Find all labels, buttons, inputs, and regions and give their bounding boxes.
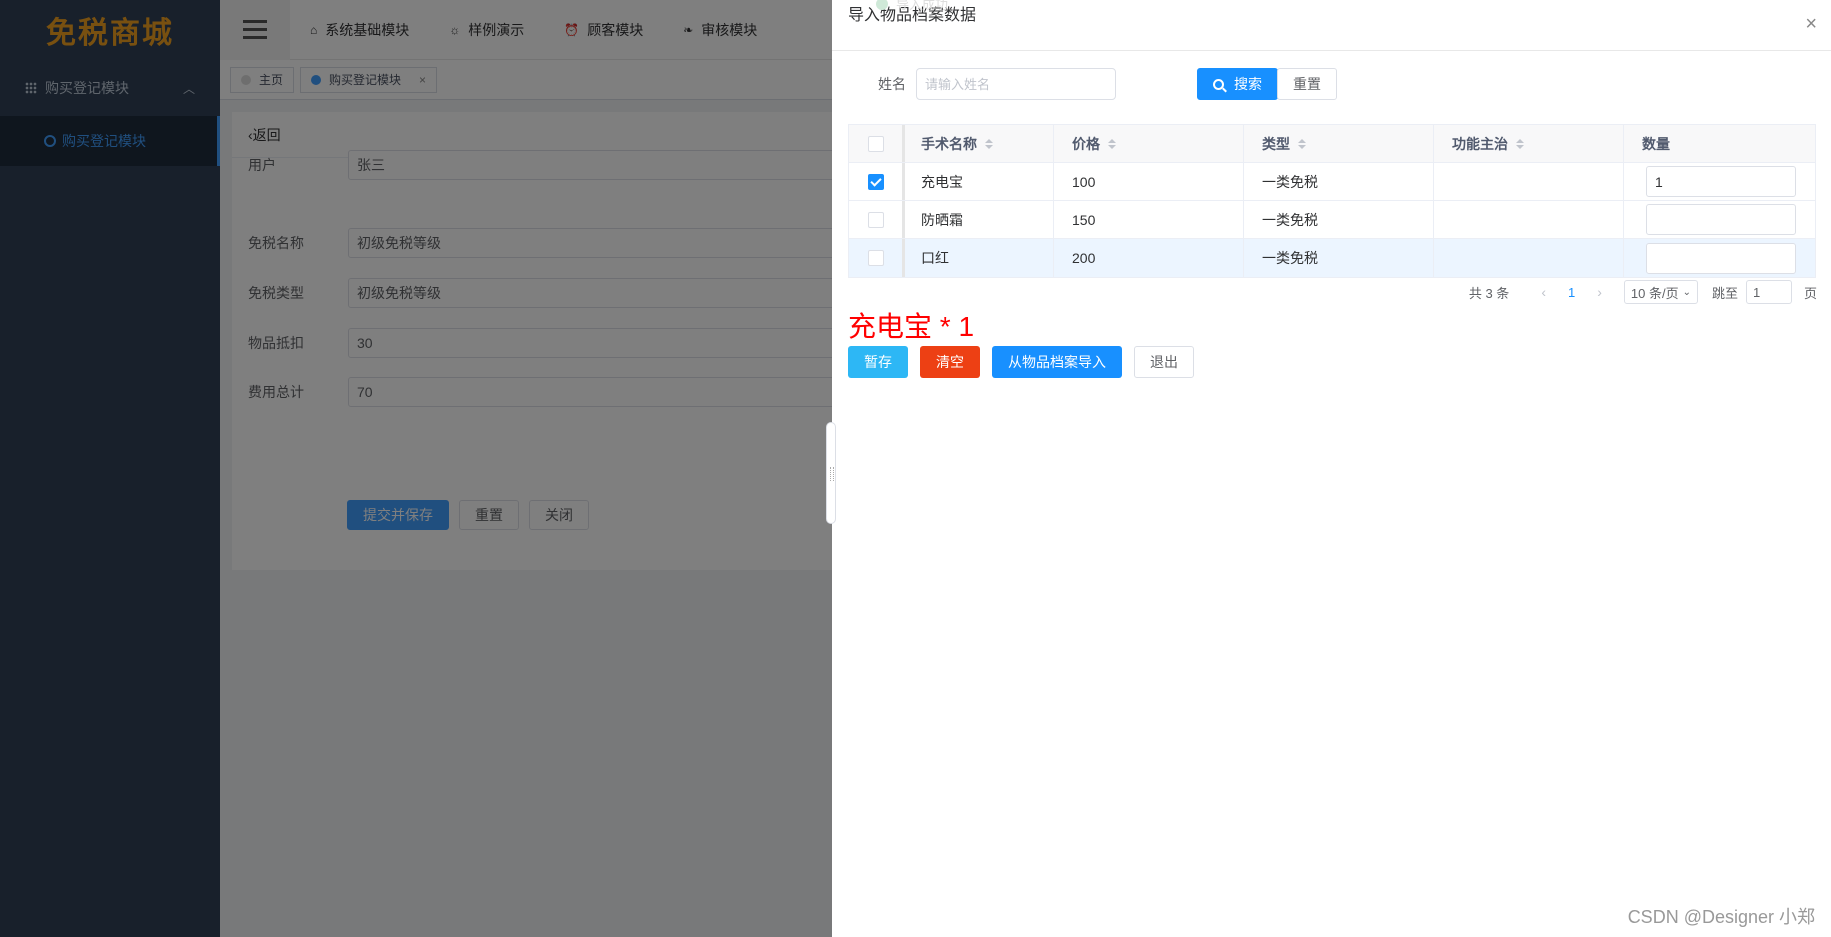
cell-name: 防晒霜 [905,201,1054,238]
success-toast: 导入成功 [876,0,948,13]
pagination: 共 3 条 ‹ 1 › 10 条/页 ⌄ 跳至 页 [1469,280,1817,304]
grip-icon [830,467,834,481]
pagination-total: 共 3 条 [1468,285,1510,301]
row-checkbox[interactable] [867,211,884,228]
header-check-cell [849,125,905,162]
stash-button[interactable]: 暂存 [848,346,908,378]
row-check-cell [849,201,905,238]
chevron-right-icon[interactable]: › [1597,284,1602,300]
header-label: 手术名称 [921,135,977,152]
cell-price: 100 [1054,163,1244,200]
jump-page-input[interactable] [1745,280,1792,304]
import-from-archive-button[interactable]: 从物品档案导入 [992,346,1122,378]
quantity-input[interactable] [1646,204,1796,235]
header-label: 价格 [1072,135,1100,152]
header-label: 类型 [1262,135,1290,152]
cell-function [1434,239,1624,277]
drawer-actions: 暂存 清空 从物品档案导入 退出 [848,346,1194,378]
drawer-header: 导入物品档案数据 × [832,0,1831,51]
select-all-checkbox[interactable] [867,135,884,152]
cell-quantity [1624,201,1815,238]
page-suffix: 页 [1803,285,1817,301]
page-size-select[interactable]: 10 条/页 ⌄ [1623,280,1698,304]
cell-type: 一类免税 [1244,201,1434,238]
page-size-value: 10 条/页 [1630,285,1679,301]
header-name[interactable]: 手术名称 [905,125,1054,162]
cell-name: 口红 [905,239,1054,277]
cell-name: 充电宝 [905,163,1054,200]
row-checkbox[interactable] [867,173,884,190]
sort-icon[interactable] [1516,138,1524,149]
cell-function [1434,201,1624,238]
name-search-input[interactable] [916,68,1116,100]
close-icon[interactable]: × [1805,14,1817,34]
header-type[interactable]: 类型 [1244,125,1434,162]
exit-button[interactable]: 退出 [1134,346,1194,378]
table-row[interactable]: 防晒霜 150 一类免税 [849,201,1815,239]
drawer-resize-handle[interactable] [826,422,836,524]
jump-label: 跳至 [1711,285,1738,301]
table-header: 手术名称 价格 类型 功能主治 数量 [849,125,1815,163]
name-label: 姓名 [878,76,906,92]
cell-type: 一类免税 [1244,239,1434,277]
toast-text: 导入成功 [896,0,949,12]
cell-price: 200 [1054,239,1244,277]
header-label: 功能主治 [1452,135,1508,152]
page-number[interactable]: 1 [1568,285,1575,300]
chevron-down-icon: ⌄ [1682,286,1691,298]
clear-button[interactable]: 清空 [920,346,980,378]
watermark: CSDN @Designer 小郑 [1627,907,1815,927]
cell-quantity [1624,239,1815,277]
search-button[interactable]: 搜索 [1197,68,1278,100]
items-table: 手术名称 价格 类型 功能主治 数量 充电宝 100 一类免税 防晒霜 150 … [848,124,1816,278]
chevron-left-icon[interactable]: ‹ [1541,284,1546,300]
header-label: 数量 [1642,135,1670,152]
sort-icon[interactable] [1108,138,1116,149]
cell-function [1434,163,1624,200]
search-icon [1213,78,1224,90]
check-circle-icon [876,0,888,10]
table-row[interactable]: 口红 200 一类免税 [849,239,1815,277]
header-quantity: 数量 [1624,125,1815,162]
cell-type: 一类免税 [1244,163,1434,200]
header-function[interactable]: 功能主治 [1434,125,1624,162]
row-checkbox[interactable] [867,250,884,266]
selection-summary: 充电宝 * 1 [848,311,975,342]
reset-button[interactable]: 重置 [1277,68,1337,100]
search-form: 姓名 [878,68,1116,100]
search-button-label: 搜索 [1234,76,1262,92]
table-row[interactable]: 充电宝 100 一类免税 [849,163,1815,201]
header-price[interactable]: 价格 [1054,125,1244,162]
quantity-input[interactable] [1646,166,1796,197]
cell-price: 150 [1054,201,1244,238]
cell-quantity [1624,163,1815,200]
sort-icon[interactable] [985,138,993,149]
sort-icon[interactable] [1298,138,1306,149]
row-check-cell [849,239,905,277]
row-check-cell [849,163,905,200]
import-drawer: 导入物品档案数据 × 姓名 搜索 重置 手术名称 价格 类型 功能主治 数量 充… [832,0,1831,937]
quantity-input[interactable] [1646,242,1796,274]
